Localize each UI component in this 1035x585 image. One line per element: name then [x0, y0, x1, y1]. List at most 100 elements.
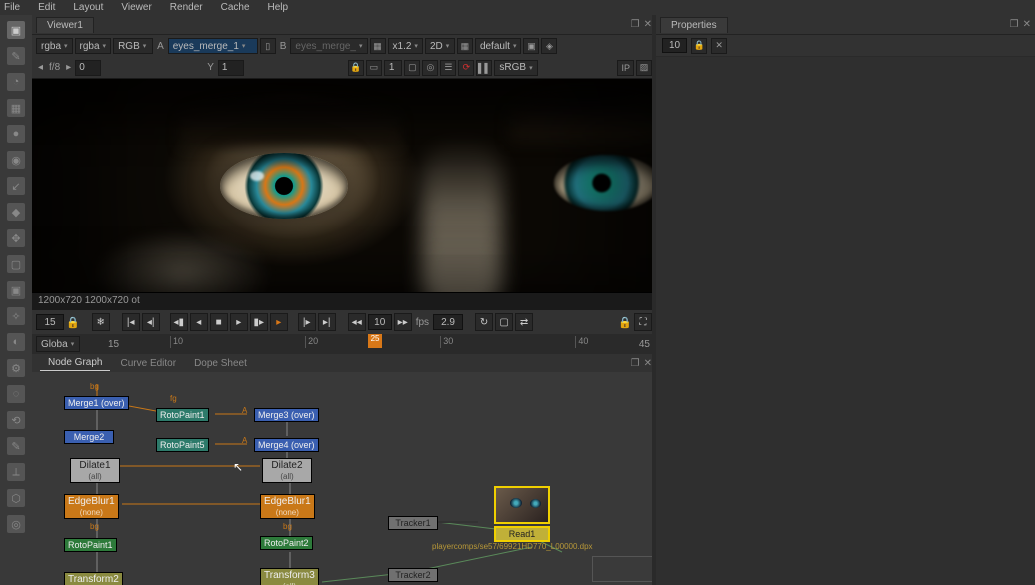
- viewer-close-icon[interactable]: ✕: [644, 19, 652, 30]
- go-first-icon[interactable]: |◂: [122, 313, 140, 331]
- tool-merge[interactable]: ◆: [7, 203, 25, 221]
- tool-color[interactable]: ●: [7, 125, 25, 143]
- node-tracker2[interactable]: Tracker2: [388, 568, 438, 582]
- lock-in-icon[interactable]: 🔒: [66, 316, 80, 329]
- tab-dope-sheet[interactable]: Dope Sheet: [186, 356, 255, 371]
- step-fwd-icon[interactable]: ▮▸: [250, 313, 268, 331]
- node-dilate2[interactable]: Dilate2(all): [262, 458, 312, 483]
- update-icon[interactable]: ⟳: [458, 60, 474, 76]
- node-dilate1[interactable]: Dilate1(all): [70, 458, 120, 483]
- properties-tab[interactable]: Properties: [660, 17, 728, 33]
- frame-range-dropdown[interactable]: Globa: [36, 336, 80, 352]
- node-merge3[interactable]: Merge3 (over): [254, 408, 319, 422]
- properties-float-icon[interactable]: ❐: [1010, 19, 1019, 30]
- tool-tool2[interactable]: ⟂: [7, 463, 25, 481]
- properties-close-icon[interactable]: ✕: [1023, 19, 1031, 30]
- viewer-float-icon[interactable]: ❐: [631, 19, 640, 30]
- stop-icon[interactable]: ■: [210, 313, 228, 331]
- play-fwd-icon[interactable]: ▸: [230, 313, 248, 331]
- node-read1-thumbnail[interactable]: [494, 486, 550, 524]
- tab-curve-editor[interactable]: Curve Editor: [112, 356, 184, 371]
- lock-out-icon[interactable]: 🔒: [618, 316, 632, 329]
- proxy-scale[interactable]: 1: [384, 60, 403, 76]
- node-edgeblur1[interactable]: EdgeBlur1(none): [64, 494, 119, 519]
- zoom-lock-icon[interactable]: 🔒: [348, 60, 364, 76]
- viewer-canvas[interactable]: [32, 79, 656, 292]
- node-merge1[interactable]: Merge1 (over): [64, 396, 129, 410]
- node-merge4[interactable]: Merge4 (over): [254, 438, 319, 452]
- proxy-dropdown[interactable]: default: [475, 38, 522, 54]
- node-transform2[interactable]: Transform3(all): [260, 568, 319, 585]
- tool-channel[interactable]: ▦: [7, 99, 25, 117]
- go-last-icon[interactable]: ▸|: [318, 313, 336, 331]
- overscan-icon[interactable]: ◎: [422, 60, 438, 76]
- skip-fwd-icon[interactable]: ▸▸: [394, 313, 412, 331]
- input-b-dropdown[interactable]: eyes_merge_: [290, 38, 367, 54]
- snapshot-icon[interactable]: ❄: [92, 313, 110, 331]
- view-mode-dropdown[interactable]: 2D: [425, 38, 455, 54]
- menu-edit[interactable]: Edit: [38, 2, 55, 13]
- tool-metadata[interactable]: ⚙: [7, 359, 25, 377]
- tool-transform[interactable]: ✥: [7, 229, 25, 247]
- tool-reload[interactable]: ⟲: [7, 411, 25, 429]
- node-tracker1[interactable]: Tracker1: [388, 516, 438, 530]
- gpu-icon[interactable]: ◈: [541, 38, 557, 54]
- node-merge2[interactable]: Merge2: [64, 430, 114, 444]
- skip-frames-field[interactable]: [368, 314, 392, 330]
- gamma-field[interactable]: [218, 60, 244, 76]
- tool-tool3[interactable]: ⬡: [7, 489, 25, 507]
- tool-all[interactable]: ◎: [7, 515, 25, 533]
- playhead[interactable]: 25: [368, 334, 382, 348]
- tool-image[interactable]: ▣: [7, 21, 25, 39]
- node-rotopaint2[interactable]: RotoPaint2: [260, 536, 313, 550]
- tool-particles[interactable]: ✧: [7, 307, 25, 325]
- menu-render[interactable]: Render: [170, 2, 203, 13]
- tool-time[interactable]: ◔: [7, 73, 25, 91]
- menu-cache[interactable]: Cache: [221, 2, 250, 13]
- flag-icon[interactable]: ▢: [495, 313, 513, 331]
- node-rotopaint1[interactable]: RotoPaint1: [64, 538, 117, 552]
- tab-nodegraph[interactable]: Node Graph: [40, 355, 110, 371]
- tool-deep[interactable]: ◐: [7, 333, 25, 351]
- pause-icon[interactable]: ▌▌: [476, 60, 492, 76]
- tool-views[interactable]: ▣: [7, 281, 25, 299]
- layer-dropdown-2[interactable]: rgba: [75, 38, 112, 54]
- prev-key-icon[interactable]: ◂|: [142, 313, 160, 331]
- zoom-dropdown[interactable]: x1.2: [388, 38, 423, 54]
- sync-icon[interactable]: ⇄: [515, 313, 533, 331]
- play-range-icon[interactable]: ▸: [270, 313, 288, 331]
- tool-keyer[interactable]: ↙: [7, 177, 25, 195]
- bbox-icon[interactable]: ▢: [404, 60, 420, 76]
- menu-viewer[interactable]: Viewer: [121, 2, 151, 13]
- capture-icon[interactable]: ▨: [636, 60, 652, 76]
- play-back-icon[interactable]: ◂: [190, 313, 208, 331]
- tool-tool1[interactable]: ✎: [7, 437, 25, 455]
- next-icon[interactable]: ▸: [64, 62, 73, 73]
- tool-filter[interactable]: ◉: [7, 151, 25, 169]
- timeline-ruler[interactable]: 10 20 30 40 25: [170, 334, 636, 354]
- grid-icon[interactable]: ▦: [457, 38, 473, 54]
- tool-other[interactable]: ◌: [7, 385, 25, 403]
- roi-icon[interactable]: ▣: [523, 38, 539, 54]
- menu-help[interactable]: Help: [268, 2, 289, 13]
- ip-button[interactable]: IP: [617, 60, 634, 76]
- layer-dropdown-1[interactable]: rgba: [36, 38, 73, 54]
- input-a-dropdown[interactable]: eyes_merge_1: [168, 38, 258, 54]
- colorspace-dropdown[interactable]: sRGB: [494, 60, 537, 76]
- format-icon[interactable]: ▭: [366, 60, 382, 76]
- nodegraph-canvas[interactable]: bg fg bg bg A A Merge1 (over) Merge2 Rot…: [32, 372, 656, 585]
- menu-layout[interactable]: Layout: [73, 2, 103, 13]
- menu-file[interactable]: File: [4, 2, 20, 13]
- reel-thumbnail[interactable]: [592, 556, 656, 582]
- node-rotopaint-mask2[interactable]: RotoPaint5: [156, 438, 209, 452]
- loop-icon[interactable]: ↻: [475, 313, 493, 331]
- node-rotopaint-mask1[interactable]: RotoPaint1: [156, 408, 209, 422]
- properties-lock-icon[interactable]: 🔒: [691, 38, 707, 54]
- fullscreen-icon[interactable]: ⛶: [634, 313, 652, 331]
- step-back-icon[interactable]: ◂▮: [170, 313, 188, 331]
- fstop-field[interactable]: [75, 60, 101, 76]
- nodegraph-close-icon[interactable]: ✕: [644, 358, 652, 369]
- wipe-icon[interactable]: ▯: [260, 38, 276, 54]
- node-transform1[interactable]: Transform2(all): [64, 572, 123, 585]
- channels-dropdown[interactable]: RGB: [113, 38, 153, 54]
